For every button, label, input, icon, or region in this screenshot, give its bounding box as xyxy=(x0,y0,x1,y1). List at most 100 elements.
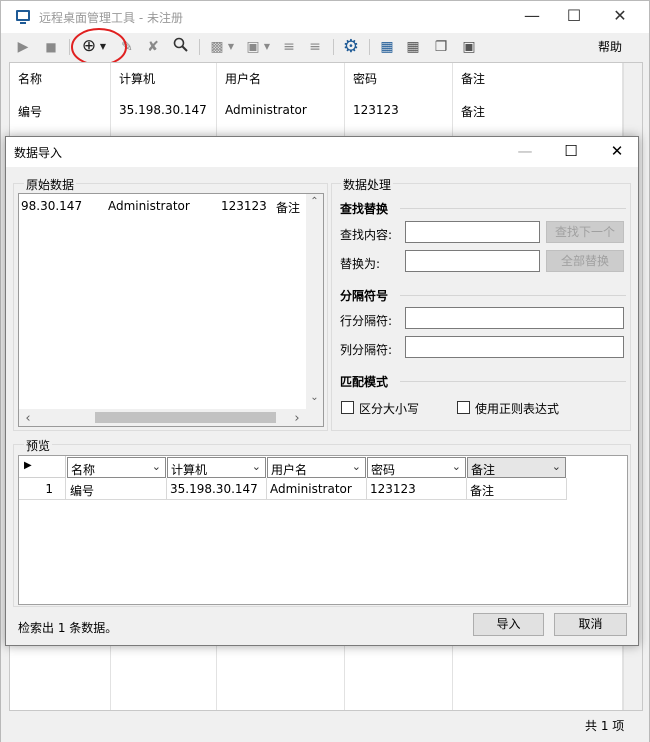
column-header-user[interactable]: 用户名 xyxy=(225,70,261,87)
column-header-password[interactable]: 密码 xyxy=(353,70,377,87)
grid-cell[interactable]: 35.198.30.147 xyxy=(119,103,207,117)
raw-vscroll[interactable]: ⌃ ⌄ xyxy=(306,194,323,409)
import-dialog: 数据导入 — ☐ ✕ 原始数据 98.30.147 Administrator … xyxy=(5,136,639,646)
paste-icon[interactable]: ▩ xyxy=(207,37,227,57)
play-icon[interactable]: ▶ xyxy=(13,37,33,57)
find-replace-title: 查找替换 xyxy=(340,202,389,216)
replace-label: 替换为: xyxy=(340,257,381,271)
preview-cell: 35.198.30.147 xyxy=(170,482,258,496)
scroll-up-icon[interactable]: ⌃ xyxy=(306,196,323,207)
raw-cell: 98.30.147 xyxy=(21,199,83,213)
preview-column-select[interactable]: 密码 ⌄ xyxy=(367,457,466,478)
dialog-close-button[interactable]: ✕ xyxy=(594,137,640,165)
stop-icon[interactable]: ■ xyxy=(41,37,61,57)
preview-cell: Administrator xyxy=(270,482,352,496)
window-icon[interactable]: ▣ xyxy=(459,37,479,57)
replace-input[interactable] xyxy=(405,250,540,272)
align-up-icon[interactable]: ≡ xyxy=(279,37,299,57)
grid-cell[interactable]: 123123 xyxy=(353,103,399,117)
window-title: 远程桌面管理工具 - 未注册 xyxy=(39,11,183,25)
scroll-right-icon[interactable]: › xyxy=(291,411,303,426)
find-next-button[interactable]: 查找下一个 xyxy=(546,221,624,243)
separator-title: 分隔符号 xyxy=(340,289,389,303)
app-icon xyxy=(16,10,30,24)
close-button[interactable]: ✕ xyxy=(597,1,643,33)
column-header-computer[interactable]: 计算机 xyxy=(119,70,155,87)
dialog-maximize-button[interactable]: ☐ xyxy=(548,137,594,165)
replace-all-button[interactable]: 全部替换 xyxy=(546,250,624,272)
divider xyxy=(566,478,567,499)
toolbar-separator xyxy=(333,39,334,55)
case-sensitive-checkbox[interactable] xyxy=(341,401,354,414)
grid-cell[interactable]: Administrator xyxy=(225,103,307,117)
import-icon[interactable]: ▣ xyxy=(243,37,263,57)
preview-label: 预览 xyxy=(24,437,53,454)
chevron-down-icon: ⌄ xyxy=(551,460,561,473)
chevron-down-icon: ⌄ xyxy=(151,460,161,473)
item-count: 共 1 项 xyxy=(585,719,625,733)
preview-row[interactable]: 1 编号 35.198.30.147 Administrator 123123 … xyxy=(19,478,567,500)
preview-column-select[interactable]: 计算机 ⌄ xyxy=(167,457,266,478)
scroll-thumb[interactable] xyxy=(95,412,276,423)
divider xyxy=(466,478,467,499)
chevron-down-icon: ⌄ xyxy=(251,460,261,473)
search-icon[interactable] xyxy=(171,37,191,57)
row-number: 1 xyxy=(45,482,53,496)
divider xyxy=(400,208,626,209)
dialog-minimize-button[interactable]: — xyxy=(502,137,548,165)
status-bar: 共 1 项 xyxy=(1,713,649,742)
find-label: 查找内容: xyxy=(340,228,393,242)
column-header-note[interactable]: 备注 xyxy=(461,70,485,87)
delete-icon[interactable]: ✘ xyxy=(143,37,163,57)
divider xyxy=(166,478,167,499)
chevron-down-icon: ⌄ xyxy=(351,460,361,473)
tile-icon[interactable]: ▦ xyxy=(403,37,423,57)
raw-cell: Administrator xyxy=(108,199,190,213)
preview-column-select[interactable]: 用户名 ⌄ xyxy=(267,457,366,478)
scroll-left-icon[interactable]: ‹ xyxy=(22,411,34,426)
column-separator-input[interactable] xyxy=(405,336,624,358)
settings-icon[interactable]: ⚙ xyxy=(341,37,361,57)
preview-column-select[interactable]: 备注 ⌄ xyxy=(467,457,566,478)
scroll-down-icon[interactable]: ⌄ xyxy=(306,392,323,403)
align-down-icon[interactable]: ≡ xyxy=(305,37,325,57)
raw-data-label: 原始数据 xyxy=(24,176,77,193)
divider xyxy=(266,478,267,499)
dialog-title: 数据导入 xyxy=(14,146,63,160)
preview-cell: 备注 xyxy=(470,484,495,498)
current-row-icon: ▶ xyxy=(24,460,32,471)
divider xyxy=(400,295,626,296)
cascade-icon[interactable]: ❐ xyxy=(431,37,451,57)
regex-checkbox[interactable] xyxy=(457,401,470,414)
toolbar-separator xyxy=(369,39,370,55)
grid-cell[interactable]: 备注 xyxy=(461,103,485,120)
case-sensitive-label[interactable]: 区分大小写 xyxy=(359,400,419,417)
cancel-button[interactable]: 取消 xyxy=(554,613,627,636)
dialog-title-bar: 数据导入 — ☐ ✕ xyxy=(6,137,638,167)
preview-grid: ▶ 名称 ⌄ 计算机 ⌄ 用户名 ⌄ 密码 ⌄ 备注 ⌄ 1 编号 35.198.30.1… xyxy=(18,455,628,605)
preview-cell: 123123 xyxy=(370,482,416,496)
raw-cell: 123123 xyxy=(221,199,267,213)
preview-column-select[interactable]: 名称 ⌄ xyxy=(67,457,166,478)
column-header-name[interactable]: 名称 xyxy=(18,70,42,87)
minimize-button[interactable]: — xyxy=(509,1,555,33)
row-header-corner: ▶ xyxy=(19,456,66,478)
dropdown-icon[interactable]: ▼ xyxy=(225,37,237,57)
find-input[interactable] xyxy=(405,221,540,243)
help-menu[interactable]: 帮助 xyxy=(598,38,622,55)
maximize-button[interactable]: ☐ xyxy=(551,1,597,33)
regex-label[interactable]: 使用正则表达式 xyxy=(475,400,559,417)
divider xyxy=(400,381,626,382)
fullscreen-icon[interactable]: ▦ xyxy=(377,37,397,57)
raw-cell: 备注 xyxy=(276,201,301,215)
raw-data-textarea[interactable]: 98.30.147 Administrator 123123 备注 ⌃ ⌄ ‹ … xyxy=(18,193,324,427)
import-button[interactable]: 导入 xyxy=(473,613,544,636)
row-separator-label: 行分隔符: xyxy=(340,314,393,328)
row-separator-input[interactable] xyxy=(405,307,624,329)
processing-label: 数据处理 xyxy=(341,176,394,193)
divider xyxy=(366,478,367,499)
grid-cell[interactable]: 编号 xyxy=(18,103,42,120)
dialog-status: 检索出 1 条数据。 xyxy=(18,621,118,635)
dropdown-icon[interactable]: ▼ xyxy=(261,37,273,57)
raw-hscroll[interactable]: ‹ › xyxy=(19,409,306,426)
